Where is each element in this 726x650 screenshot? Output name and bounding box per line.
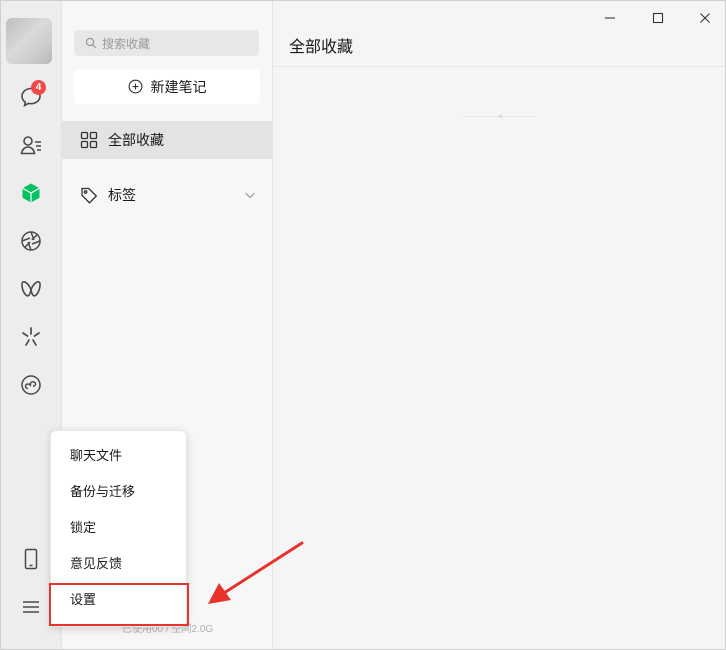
content-area: 全部收藏 [273, 1, 725, 649]
search-icon [85, 37, 97, 49]
tag-icon [81, 187, 98, 204]
sidebar-item-tags[interactable]: 标签 [62, 176, 272, 214]
divider [273, 66, 725, 67]
favorites-cube-icon[interactable] [16, 178, 46, 208]
close-icon[interactable] [692, 7, 718, 29]
search-sparkle-icon[interactable] [16, 322, 46, 352]
new-note-button[interactable]: 新建笔记 [74, 69, 260, 104]
minimize-icon[interactable] [597, 7, 623, 29]
unread-badge: 4 [31, 80, 46, 95]
loading-dot [499, 115, 502, 118]
sidebar-item-label: 全部收藏 [108, 132, 164, 148]
page-title: 全部收藏 [289, 39, 354, 56]
maximize-icon[interactable] [645, 7, 671, 29]
avatar[interactable] [6, 18, 52, 64]
moments-aperture-icon[interactable] [16, 226, 46, 256]
search-input[interactable]: 搜索收藏 [74, 30, 259, 56]
phone-icon[interactable] [16, 544, 46, 574]
contacts-icon[interactable] [16, 130, 46, 160]
channels-butterfly-icon[interactable] [16, 274, 46, 304]
grid-icon [80, 131, 98, 149]
search-placeholder: 搜索收藏 [102, 36, 151, 51]
menu-icon[interactable] [16, 592, 46, 622]
menu-item-settings[interactable]: 设置 [51, 582, 188, 618]
new-note-label: 新建笔记 [150, 78, 207, 95]
menu-item-feedback[interactable]: 意见反馈 [51, 546, 188, 582]
plus-circle-icon [128, 79, 142, 94]
chevron-down-icon[interactable] [244, 189, 256, 201]
sidebar-item-label: 标签 [108, 187, 136, 203]
menu-item-chat-files[interactable]: 聊天文件 [51, 438, 188, 474]
sidebar-item-all-favorites[interactable]: 全部收藏 [62, 121, 272, 159]
menu-item-lock[interactable]: 锁定 [51, 510, 188, 546]
mini-program-icon[interactable] [16, 370, 46, 400]
more-menu: 聊天文件 备份与迁移 锁定 意见反馈 设置 [50, 430, 187, 627]
menu-item-backup-migrate[interactable]: 备份与迁移 [51, 474, 188, 510]
